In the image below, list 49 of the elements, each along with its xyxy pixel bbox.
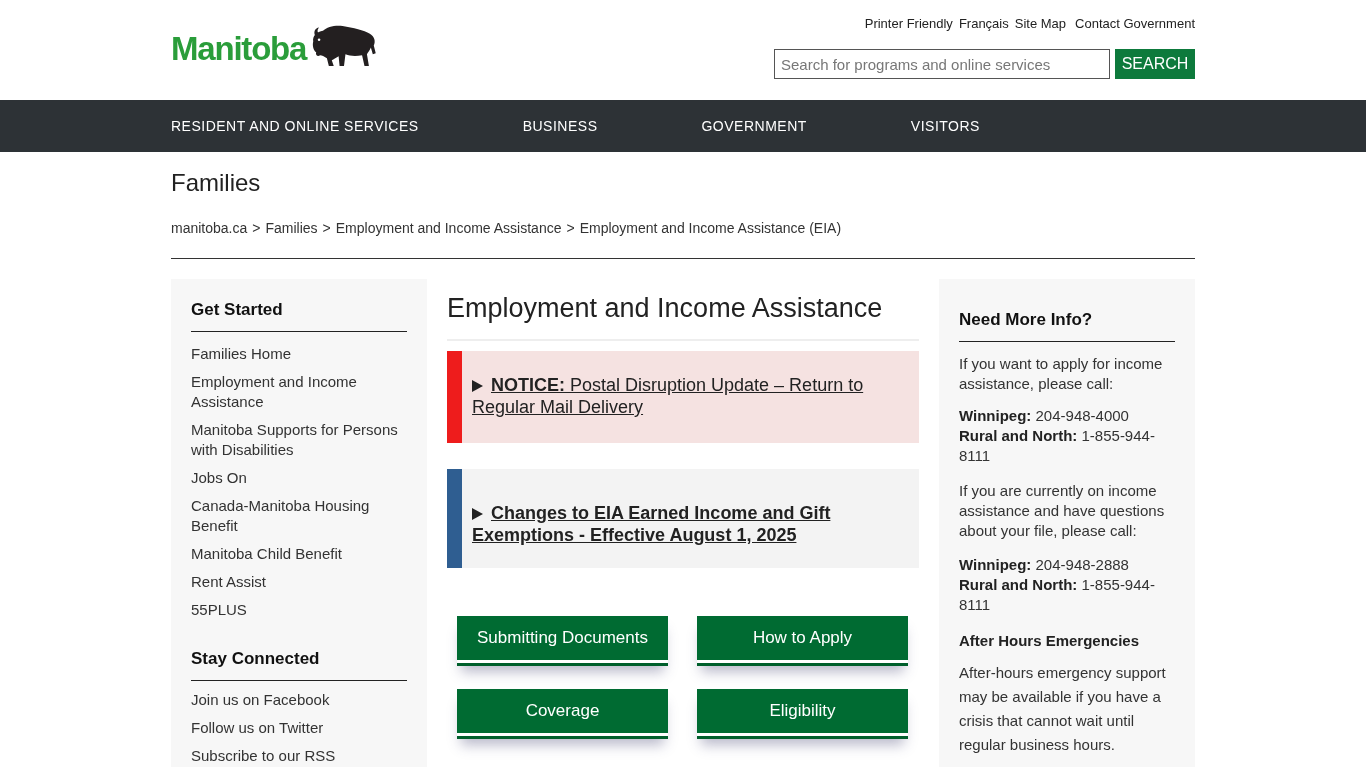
info-text: If you want to apply for income assistance, please call: xyxy=(959,354,1164,394)
breadcrumb-separator: > xyxy=(566,219,575,238)
info-text: After-hours emergency support may be available if you have a crisis that cannot wait until regular business hours. xyxy=(959,663,1167,755)
contact-line: Winnipeg: 204-948-4000 xyxy=(959,406,1130,426)
nav-item[interactable]: GOVERNMENT xyxy=(701,118,807,134)
nav-item[interactable]: BUSINESS xyxy=(522,118,598,134)
search-field[interactable]: Search for programs and online services xyxy=(774,49,1110,79)
breadcrumb-separator: > xyxy=(252,219,261,238)
tile-button[interactable]: Eligibility xyxy=(697,689,908,739)
breadcrumb-link[interactable]: Families xyxy=(265,218,318,238)
sidebar-link[interactable]: Join us on Facebook xyxy=(191,690,330,710)
sidebar-link[interactable]: Manitoba Supports for Persons with Disabilities xyxy=(191,420,407,460)
sidebar-heading: Stay Connected xyxy=(191,648,407,681)
tile-button[interactable]: Submitting Documents xyxy=(457,616,668,666)
sidebar-link[interactable]: Follow us on Twitter xyxy=(191,718,324,738)
notice-link[interactable]: NOTICE: Postal Disruption Update – Return to Regular Mail Delivery xyxy=(472,374,879,418)
breadcrumb-link[interactable]: Employment and Income Assistance xyxy=(335,218,562,238)
sidebar-link[interactable]: Rent Assist xyxy=(191,572,267,592)
search-button[interactable]: SEARCH xyxy=(1115,49,1195,79)
page-title: Employment and Income Assistance xyxy=(447,292,919,341)
breadcrumb-separator: > xyxy=(322,219,331,238)
contact-line: Rural and North: 1-855-944-8111 xyxy=(959,426,1156,466)
sidebar-link[interactable]: 55PLUS xyxy=(191,600,247,620)
info-text: If you are currently on income assistance and have questions about your file, please call: xyxy=(959,481,1166,541)
nav-item[interactable]: RESIDENT AND ONLINE SERVICES xyxy=(171,118,419,134)
breadcrumb-link[interactable]: Employment and Income Assistance (EIA) xyxy=(579,218,842,238)
bison-icon xyxy=(310,25,378,67)
utility-link[interactable]: Français xyxy=(958,16,1009,32)
notice-link[interactable]: Changes to EIA Earned Income and Gift Exemptions - Effective August 1, 2025 xyxy=(472,502,879,546)
section-title: Families xyxy=(171,168,262,198)
breadcrumb-link[interactable]: manitoba.ca xyxy=(171,218,248,238)
utility-link[interactable]: Site Map xyxy=(1014,16,1067,32)
logo-wordmark[interactable]: Manitoba xyxy=(171,32,307,66)
nav-item[interactable]: VISITORS xyxy=(910,118,980,134)
sidebar-link[interactable]: Employment and Income Assistance xyxy=(191,372,407,412)
sidebar-link[interactable]: Manitoba Child Benefit xyxy=(191,544,342,564)
utility-link[interactable]: Contact Government xyxy=(1075,16,1195,32)
info-heading: Need More Info? xyxy=(959,309,1175,342)
sidebar-link[interactable]: Jobs On xyxy=(191,468,247,488)
sidebar-link[interactable]: Canada-Manitoba Housing Benefit xyxy=(191,496,407,536)
utility-link[interactable]: Printer Friendly xyxy=(864,16,953,32)
contact-line: Winnipeg: 204-948-2888 xyxy=(959,555,1130,575)
sidebar-heading: Get Started xyxy=(191,299,407,332)
sidebar-link[interactable]: Families Home xyxy=(191,344,292,364)
info-subheading: After Hours Emergencies xyxy=(959,631,1141,651)
sidebar-link[interactable]: Subscribe to our RSS xyxy=(191,746,336,766)
tile-button[interactable]: Coverage xyxy=(457,689,668,739)
contact-line: Rural and North: 1-855-944-8111 xyxy=(959,575,1156,615)
tile-button[interactable]: How to Apply xyxy=(697,616,908,666)
